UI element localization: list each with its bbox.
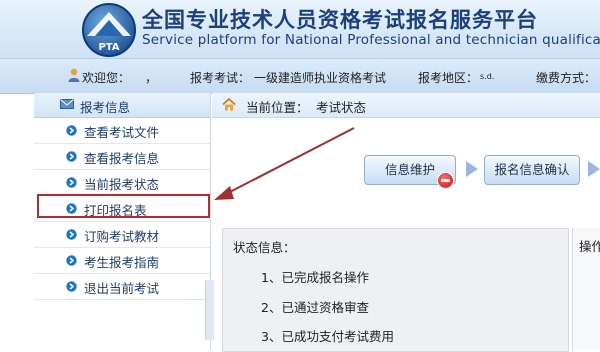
step-confirm-info[interactable]: 报名信息确认 (484, 155, 580, 185)
error-icon (437, 172, 454, 189)
pta-logo: PTA (82, 3, 136, 57)
sidebar-item-label: 查看报考信息 (84, 151, 160, 166)
status-line: 1、已完成报名操作 (261, 270, 369, 285)
breadcrumb-current: 考试状态 (316, 100, 367, 115)
sidebar: 报考信息 查看考试文件 查看报考信息 当前报考状态 打印报名表 订购考试教材 考… (34, 93, 211, 350)
operation-panel: 操作 (572, 228, 600, 350)
sidebar-header: 报考信息 (34, 93, 210, 118)
breadcrumb: 当前位置： 考试状态 (212, 93, 600, 118)
sidebar-item-label: 考生报考指南 (84, 255, 160, 270)
status-line: 3、已成功支付考试费用 (261, 329, 394, 344)
breadcrumb-label: 当前位置： (246, 100, 309, 115)
exam-label: 报考考试： (190, 71, 251, 85)
site-subtitle: Service platform for National Profession… (142, 32, 600, 48)
arrow-circle-icon (66, 255, 77, 266)
sidebar-item-exit-exam[interactable]: 退出当前考试 (34, 274, 210, 300)
arrow-circle-icon (66, 229, 77, 240)
sidebar-item-label: 当前报考状态 (84, 177, 160, 192)
step-arrow-icon (466, 161, 478, 177)
user-info-bar: 欢迎您： ， 报考考试： 一级建造师执业资格考试 报考地区： s.d. 缴费方式… (0, 58, 600, 94)
user-icon (68, 68, 80, 82)
pay-label: 缴费方式： (536, 71, 597, 85)
sidebar-item-guide[interactable]: 考生报考指南 (34, 248, 210, 274)
sidebar-item-view-application[interactable]: 查看报考信息 (34, 144, 210, 170)
sidebar-item-order-textbooks[interactable]: 订购考试教材 (34, 222, 210, 248)
envelope-icon (60, 99, 74, 109)
logo-text: PTA (98, 42, 119, 53)
arrow-circle-icon (66, 177, 77, 188)
status-title: 状态信息： (233, 240, 296, 255)
welcome-label: 欢迎您： (82, 71, 131, 85)
arrow-circle-icon (66, 125, 77, 136)
step-arrow-icon (588, 161, 600, 177)
sidebar-item-label: 退出当前考试 (84, 281, 160, 296)
status-line: 2、已通过资格审查 (261, 300, 369, 315)
sidebar-item-label: 查看考试文件 (84, 125, 160, 140)
status-panel: 状态信息： 1、已完成报名操作 2、已通过资格审查 3、已成功支付考试费用 (222, 228, 569, 352)
site-banner: PTA 全国专业技术人员资格考试报名服务平台 Service platform … (0, 0, 600, 58)
home-icon (222, 98, 236, 111)
arrow-circle-icon (66, 281, 77, 292)
sidebar-item-current-status[interactable]: 当前报考状态 (34, 170, 210, 196)
sidebar-scrollbar[interactable] (205, 280, 214, 340)
site-title: 全国专业技术人员资格考试报名服务平台 (142, 8, 538, 32)
welcome-name: ， (145, 71, 158, 85)
arrow-circle-icon (66, 151, 77, 162)
region-value: s.d. (480, 72, 495, 81)
sidebar-item-label: 订购考试教材 (84, 229, 160, 244)
sidebar-heading: 报考信息 (80, 100, 131, 115)
sidebar-item-view-exam-files[interactable]: 查看考试文件 (34, 118, 210, 144)
exam-value: 一级建造师执业资格考试 (254, 71, 387, 85)
operation-label: 操作 (579, 239, 600, 254)
highlight-box (37, 194, 210, 218)
region-label: 报考地区： (418, 71, 479, 85)
